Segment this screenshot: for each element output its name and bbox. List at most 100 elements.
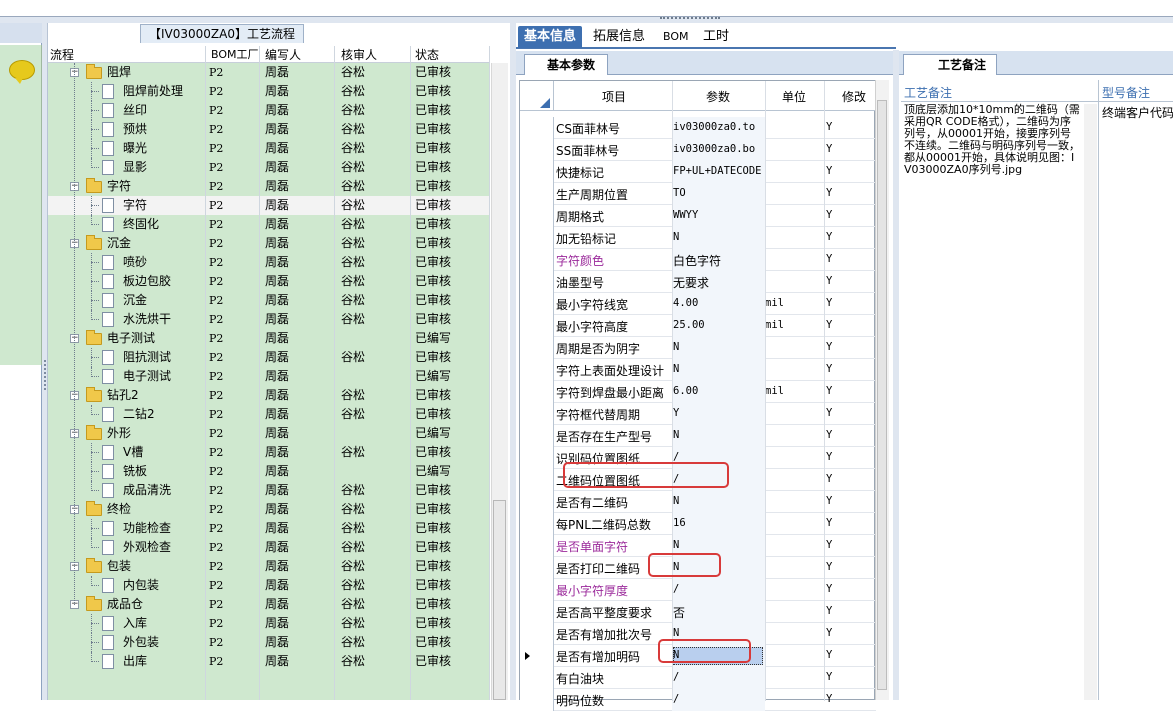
param-modify-cell[interactable]: Y bbox=[826, 693, 832, 705]
param-value-cell[interactable]: N bbox=[673, 363, 679, 375]
row-header[interactable] bbox=[520, 601, 554, 623]
param-modify-cell[interactable]: Y bbox=[826, 363, 832, 375]
tree-step-row[interactable]: 功能检查 P2 周磊 谷松 已审核 bbox=[48, 519, 490, 538]
tree-step-row[interactable]: 阻抗测试 P2 周磊 谷松 已审核 bbox=[48, 348, 490, 367]
param-value-cell[interactable]: / bbox=[673, 693, 679, 705]
param-value-cell[interactable]: N bbox=[673, 539, 679, 551]
param-row[interactable]: 周期格式 WWYY Y bbox=[520, 205, 876, 227]
param-row[interactable]: 字符框代替周期 Y Y bbox=[520, 403, 876, 425]
param-modify-cell[interactable]: Y bbox=[826, 649, 832, 661]
tree-step-row[interactable]: 内包装 P2 周磊 谷松 已审核 bbox=[48, 576, 490, 595]
param-modify-cell[interactable]: Y bbox=[826, 275, 832, 287]
param-modify-cell[interactable]: Y bbox=[826, 627, 832, 639]
tree-step-row[interactable]: 成品清洗 P2 周磊 谷松 已审核 bbox=[48, 481, 490, 500]
param-value-cell[interactable]: 6.00 bbox=[673, 385, 698, 397]
param-modify-cell[interactable]: Y bbox=[826, 539, 832, 551]
param-value-cell[interactable]: 无要求 bbox=[673, 274, 709, 291]
middle-splitter[interactable] bbox=[510, 23, 516, 700]
param-row[interactable]: 最小字符高度 25.00 mil Y bbox=[520, 315, 876, 337]
param-value-cell[interactable]: N bbox=[673, 341, 679, 353]
row-header[interactable] bbox=[520, 315, 554, 337]
row-header[interactable] bbox=[520, 117, 554, 139]
row-header[interactable] bbox=[520, 271, 554, 293]
tree-step-row[interactable]: V槽 P2 周磊 谷松 已审核 bbox=[48, 443, 490, 462]
col-item-header[interactable]: 项目 bbox=[602, 88, 626, 105]
tab-basic-params[interactable]: 基本参数 bbox=[524, 54, 609, 75]
tab-basic-info[interactable]: 基本信息 bbox=[518, 26, 583, 48]
param-modify-cell[interactable]: Y bbox=[826, 165, 832, 177]
col-process-note-header[interactable]: 工艺备注 bbox=[904, 84, 952, 101]
param-value-cell[interactable]: 4.00 bbox=[673, 297, 698, 309]
param-row[interactable]: 加无铅标记 N Y bbox=[520, 227, 876, 249]
row-header[interactable] bbox=[520, 689, 554, 711]
param-row[interactable]: 是否高平整度要求 否 Y bbox=[520, 601, 876, 623]
param-value-cell[interactable]: N bbox=[673, 231, 679, 243]
row-header[interactable] bbox=[520, 293, 554, 315]
col-param-header[interactable]: 参数 bbox=[706, 88, 730, 105]
col-unit-header[interactable]: 单位 bbox=[782, 88, 806, 105]
param-modify-cell[interactable]: Y bbox=[826, 583, 832, 595]
row-header[interactable] bbox=[520, 513, 554, 535]
param-row[interactable]: 字符颜色 白色字符 Y bbox=[520, 249, 876, 271]
tree-step-row[interactable]: 显影 P2 周磊 谷松 已审核 bbox=[48, 158, 490, 177]
tree-folder-row[interactable]: − 钻孔2 P2 周磊 谷松 已审核 bbox=[48, 386, 490, 405]
tree-step-row[interactable]: 预烘 P2 周磊 谷松 已审核 bbox=[48, 120, 490, 139]
row-header[interactable] bbox=[520, 161, 554, 183]
param-value-cell[interactable]: WWYY bbox=[673, 209, 698, 221]
tree-folder-row[interactable]: − 成品仓 P2 周磊 谷松 已审核 bbox=[48, 595, 490, 614]
tree-step-row[interactable]: 字符 P2 周磊 谷松 已审核 bbox=[48, 196, 490, 215]
tab-bom[interactable]: BOM bbox=[657, 26, 695, 48]
grid-select-all-corner[interactable] bbox=[520, 81, 554, 111]
col-checker-header[interactable]: 核审人 bbox=[341, 47, 377, 63]
params-scrollbar-thumb[interactable] bbox=[877, 100, 887, 690]
param-value-cell[interactable]: 否 bbox=[673, 604, 685, 621]
param-modify-cell[interactable]: Y bbox=[826, 253, 832, 265]
param-value-cell[interactable]: TO bbox=[673, 187, 686, 199]
param-row[interactable]: 周期是否为阴字 N Y bbox=[520, 337, 876, 359]
row-header[interactable] bbox=[520, 139, 554, 161]
param-row[interactable]: 是否存在生产型号 N Y bbox=[520, 425, 876, 447]
tree-step-row[interactable]: 曝光 P2 周磊 谷松 已审核 bbox=[48, 139, 490, 158]
col-bom-header[interactable]: BOM工厂 bbox=[211, 47, 259, 63]
param-value-cell[interactable]: / bbox=[673, 671, 679, 683]
param-row[interactable]: 字符上表面处理设计 N Y bbox=[520, 359, 876, 381]
param-row[interactable]: 油墨型号 无要求 Y bbox=[520, 271, 876, 293]
tree-folder-row[interactable]: − 包装 P2 周磊 谷松 已审核 bbox=[48, 557, 490, 576]
process-note-text[interactable]: 顶底层添加10*10mm的二维码（需采用QR CODE格式），二维码为序列号，从… bbox=[904, 104, 1080, 176]
row-header[interactable] bbox=[520, 249, 554, 271]
tree-step-row[interactable]: 喷砂 P2 周磊 谷松 已审核 bbox=[48, 253, 490, 272]
param-row[interactable]: 生产周期位置 TO Y bbox=[520, 183, 876, 205]
tree-folder-row[interactable]: − 阻焊 P2 周磊 谷松 已审核 bbox=[48, 63, 490, 82]
row-header[interactable] bbox=[520, 337, 554, 359]
chat-bubble-icon[interactable] bbox=[9, 60, 35, 84]
row-header[interactable] bbox=[520, 491, 554, 513]
row-header[interactable] bbox=[520, 469, 554, 491]
tree-step-row[interactable]: 外包装 P2 周磊 谷松 已审核 bbox=[48, 633, 490, 652]
tree-folder-row[interactable]: − 终检 P2 周磊 谷松 已审核 bbox=[48, 500, 490, 519]
tree-folder-row[interactable]: − 沉金 P2 周磊 谷松 已审核 bbox=[48, 234, 490, 253]
param-modify-cell[interactable]: Y bbox=[826, 209, 832, 221]
tree-step-row[interactable]: 水洗烘干 P2 周磊 谷松 已审核 bbox=[48, 310, 490, 329]
row-header[interactable] bbox=[520, 425, 554, 447]
param-modify-cell[interactable]: Y bbox=[826, 429, 832, 441]
row-header[interactable] bbox=[520, 403, 554, 425]
param-value-cell[interactable]: 16 bbox=[673, 517, 686, 529]
param-modify-cell[interactable]: Y bbox=[826, 407, 832, 419]
model-note-text[interactable]: 终端客户代码 bbox=[1102, 104, 1173, 121]
tree-step-row[interactable]: 终固化 P2 周磊 谷松 已审核 bbox=[48, 215, 490, 234]
row-header[interactable] bbox=[520, 645, 554, 667]
tree-step-row[interactable]: 外观检查 P2 周磊 谷松 已审核 bbox=[48, 538, 490, 557]
param-row[interactable]: 字符到焊盘最小距离 6.00 mil Y bbox=[520, 381, 876, 403]
param-modify-cell[interactable]: Y bbox=[826, 231, 832, 243]
param-value-cell[interactable]: N bbox=[673, 495, 679, 507]
param-modify-cell[interactable]: Y bbox=[826, 451, 832, 463]
row-header[interactable] bbox=[520, 359, 554, 381]
row-header[interactable] bbox=[520, 535, 554, 557]
tree-step-row[interactable]: 阻焊前处理 P2 周磊 谷松 已审核 bbox=[48, 82, 490, 101]
process-note-scrollbar[interactable] bbox=[1084, 104, 1097, 700]
tree-step-row[interactable]: 铣板 P2 周磊 已编写 bbox=[48, 462, 490, 481]
left-splitter-grip[interactable] bbox=[44, 360, 46, 390]
tree-folder-row[interactable]: − 外形 P2 周磊 已编写 bbox=[48, 424, 490, 443]
param-row[interactable]: 快捷标记 FP+UL+DATECODE Y bbox=[520, 161, 876, 183]
tree-step-row[interactable]: 沉金 P2 周磊 谷松 已审核 bbox=[48, 291, 490, 310]
